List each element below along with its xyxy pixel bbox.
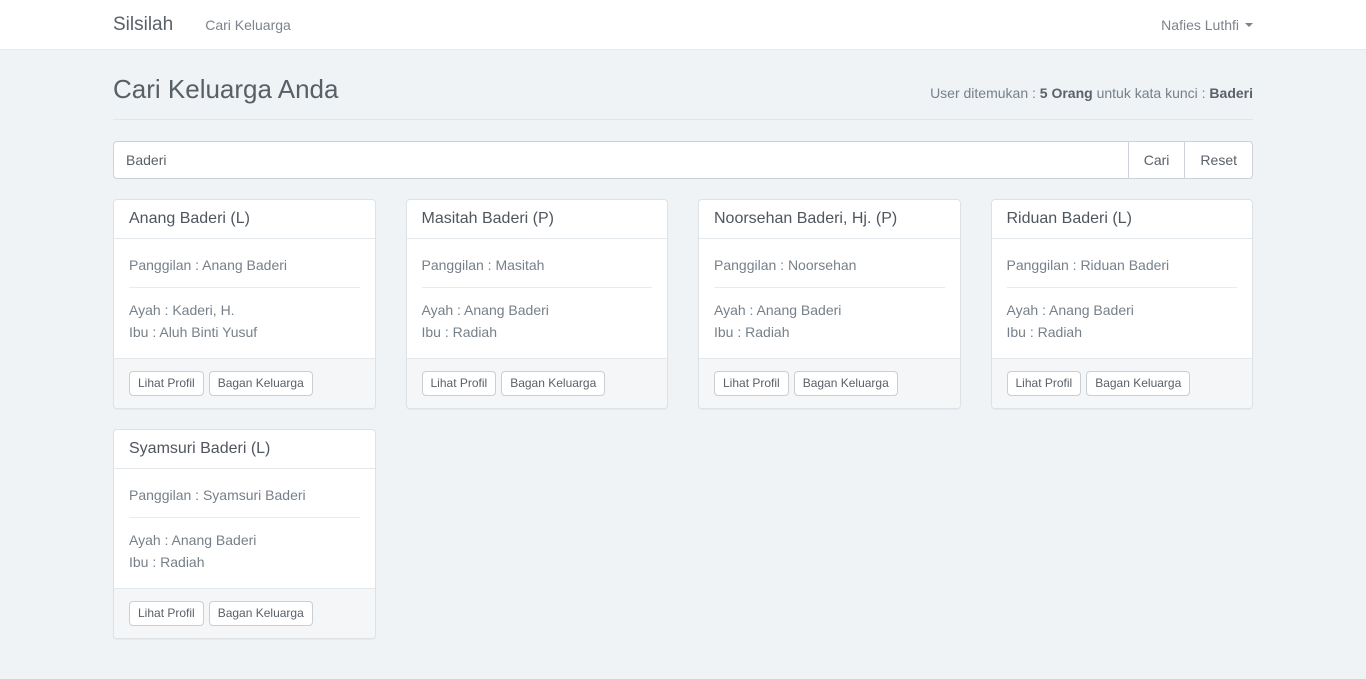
- main-content: Cari Keluarga Anda User ditemukan : 5 Or…: [98, 74, 1268, 679]
- card-title: Riduan Baderi (L): [992, 200, 1253, 239]
- bagan-keluarga-button[interactable]: Bagan Keluarga: [209, 601, 313, 626]
- card-title: Noorsehan Baderi, Hj. (P): [699, 200, 960, 239]
- card-title: Syamsuri Baderi (L): [114, 430, 375, 469]
- card-ibu: Ibu : Radiah: [1007, 321, 1238, 343]
- user-name: Nafies Luthfi: [1161, 17, 1239, 33]
- card-ayah: Ayah : Anang Baderi: [129, 529, 360, 551]
- page-title: Cari Keluarga Anda: [113, 74, 338, 105]
- lihat-profil-button[interactable]: Lihat Profil: [422, 371, 497, 396]
- card-title: Masitah Baderi (P): [407, 200, 668, 239]
- search-input[interactable]: [113, 141, 1129, 179]
- page-header: Cari Keluarga Anda User ditemukan : 5 Or…: [113, 74, 1253, 120]
- person-card: Syamsuri Baderi (L) Panggilan : Syamsuri…: [113, 429, 376, 639]
- divider: [129, 517, 360, 518]
- result-summary: User ditemukan : 5 Orang untuk kata kunc…: [930, 85, 1253, 101]
- card-ibu: Ibu : Radiah: [129, 551, 360, 573]
- card-panggilan: Panggilan : Anang Baderi: [129, 254, 360, 276]
- summary-prefix: User ditemukan :: [930, 85, 1040, 101]
- card-title: Anang Baderi (L): [114, 200, 375, 239]
- card-panggilan: Panggilan : Noorsehan: [714, 254, 945, 276]
- search-button[interactable]: Cari: [1128, 141, 1186, 179]
- card-ayah: Ayah : Anang Baderi: [422, 299, 653, 321]
- card-ayah: Ayah : Kaderi, H.: [129, 299, 360, 321]
- results-grid: Anang Baderi (L) Panggilan : Anang Bader…: [113, 199, 1253, 679]
- lihat-profil-button[interactable]: Lihat Profil: [129, 371, 204, 396]
- card-panggilan: Panggilan : Syamsuri Baderi: [129, 484, 360, 506]
- bagan-keluarga-button[interactable]: Bagan Keluarga: [794, 371, 898, 396]
- nav-item-cari-keluarga[interactable]: Cari Keluarga: [205, 17, 291, 33]
- caret-down-icon: [1245, 23, 1253, 27]
- summary-keyword: Baderi: [1209, 85, 1253, 101]
- person-card: Noorsehan Baderi, Hj. (P) Panggilan : No…: [698, 199, 961, 409]
- card-ibu: Ibu : Radiah: [714, 321, 945, 343]
- person-card: Anang Baderi (L) Panggilan : Anang Bader…: [113, 199, 376, 409]
- card-panggilan: Panggilan : Riduan Baderi: [1007, 254, 1238, 276]
- summary-middle: untuk kata kunci :: [1093, 85, 1210, 101]
- card-ibu: Ibu : Aluh Binti Yusuf: [129, 321, 360, 343]
- card-ayah: Ayah : Anang Baderi: [714, 299, 945, 321]
- reset-button[interactable]: Reset: [1184, 141, 1253, 179]
- card-panggilan: Panggilan : Masitah: [422, 254, 653, 276]
- navbar: Silsilah Cari Keluarga Nafies Luthfi: [0, 0, 1366, 50]
- user-menu-dropdown[interactable]: Nafies Luthfi: [1161, 17, 1253, 33]
- brand-link[interactable]: Silsilah: [113, 14, 173, 36]
- lihat-profil-button[interactable]: Lihat Profil: [129, 601, 204, 626]
- search-form: Cari Reset: [113, 141, 1253, 179]
- lihat-profil-button[interactable]: Lihat Profil: [714, 371, 789, 396]
- bagan-keluarga-button[interactable]: Bagan Keluarga: [1086, 371, 1190, 396]
- person-card: Masitah Baderi (P) Panggilan : Masitah A…: [406, 199, 669, 409]
- bagan-keluarga-button[interactable]: Bagan Keluarga: [501, 371, 605, 396]
- card-ayah: Ayah : Anang Baderi: [1007, 299, 1238, 321]
- lihat-profil-button[interactable]: Lihat Profil: [1007, 371, 1082, 396]
- summary-count: 5 Orang: [1040, 85, 1093, 101]
- divider: [422, 287, 653, 288]
- person-card: Riduan Baderi (L) Panggilan : Riduan Bad…: [991, 199, 1254, 409]
- divider: [1007, 287, 1238, 288]
- divider: [714, 287, 945, 288]
- divider: [129, 287, 360, 288]
- card-ibu: Ibu : Radiah: [422, 321, 653, 343]
- bagan-keluarga-button[interactable]: Bagan Keluarga: [209, 371, 313, 396]
